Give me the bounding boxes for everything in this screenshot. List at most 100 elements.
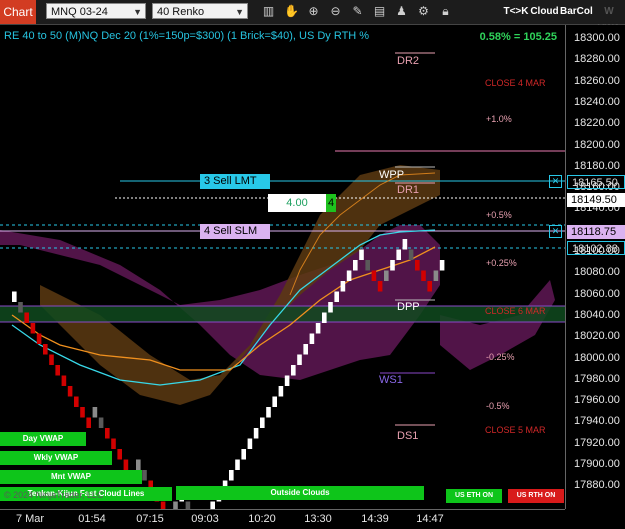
price-label: 18260.00: [574, 74, 620, 87]
dpp-zone: [0, 306, 565, 322]
renko-brick: [247, 438, 253, 449]
settings-icon[interactable]: ⚙: [415, 3, 432, 20]
price-label: 18300.00: [574, 32, 620, 44]
renko-brick: [433, 270, 439, 281]
pointer-icon[interactable]: ✋: [283, 3, 300, 20]
renko-brick: [136, 459, 141, 470]
renko-brick: [427, 281, 432, 292]
properties-icon[interactable]: ▤: [371, 3, 388, 20]
chart-tab[interactable]: Chart: [0, 0, 36, 24]
price-axis[interactable]: 18300.00 18280.00 18260.00 18240.00 18220.00…: [565, 25, 625, 509]
renko-brick: [80, 407, 85, 418]
renko-brick: [377, 281, 383, 292]
time-axis[interactable]: 7 Mar 01:54 07:15 09:03 10:20 13:30 14:3…: [0, 509, 565, 529]
us-eth-on-button[interactable]: US ETH ON: [446, 489, 502, 503]
instrument-value: MNQ 03-24: [51, 6, 108, 18]
renko-brick: [235, 459, 240, 470]
renko-brick: [36, 333, 42, 344]
time-label: 01:54: [78, 513, 106, 525]
instrument-selector[interactable]: MNQ 03-24 ▼: [46, 3, 146, 19]
barcol-button[interactable]: BarCol: [560, 3, 593, 20]
renko-brick: [415, 260, 420, 271]
price-label: 17940.00: [574, 415, 620, 428]
renko-brick: [334, 291, 339, 302]
plus-025-pct-label: +0.25%: [486, 258, 517, 268]
price-label: 17960.00: [574, 394, 620, 407]
price-label: 18060.00: [574, 287, 620, 300]
minus-025-pct-label: -0.25%: [486, 352, 515, 362]
bar-type-value: 40 Renko: [157, 6, 205, 18]
renko-brick: [43, 344, 48, 355]
cloud-button[interactable]: Cloud: [530, 3, 559, 20]
renko-brick: [98, 417, 104, 428]
cancel-sell-slm-close-icon[interactable]: ✕: [549, 225, 562, 238]
renko-brick: [359, 249, 364, 260]
mnt-vwap-button[interactable]: Mnt VWAP: [0, 470, 142, 484]
price-label: 17900.00: [574, 458, 620, 470]
copyright-text: © 2024 NinjaTrader, LLC: [4, 490, 104, 500]
price-label: 18280.00: [574, 53, 620, 66]
renko-brick: [229, 470, 234, 481]
zoom-out-icon[interactable]: ⊖: [327, 3, 344, 20]
time-label: 10:20: [248, 513, 276, 525]
chart-area[interactable]: RE 40 to 50 (M)NQ Dec 20 (1%=150p=$300) …: [0, 25, 565, 509]
renko-brick: [340, 281, 346, 292]
renko-brick: [439, 260, 445, 271]
price-label: 18080.00: [574, 266, 620, 279]
renko-brick: [185, 501, 191, 509]
wpp-label: WPP: [379, 169, 405, 181]
strategies-icon[interactable]: ♟: [393, 3, 410, 20]
chart-description: RE 40 to 50 (M)NQ Dec 20 (1%=150p=$300) …: [4, 30, 370, 42]
vwap-price-tag: 18102.88: [567, 241, 625, 255]
time-label: 14:39: [361, 513, 389, 525]
renko-brick: [322, 312, 327, 323]
renko-brick: [297, 354, 302, 365]
plus-1-pct-label: +1.0%: [486, 114, 512, 124]
dr2-label: DR2: [397, 55, 420, 67]
percent-change: 0.58% = 105.25: [479, 31, 557, 43]
sell-slm-price-tag: 18118.75: [567, 225, 625, 239]
renko-brick: [328, 302, 333, 313]
renko-brick: [210, 501, 215, 509]
renko-brick: [253, 428, 259, 439]
order-quantity[interactable]: 4.00: [268, 194, 326, 212]
price-label: 18000.00: [574, 351, 620, 364]
renko-brick: [142, 470, 147, 481]
renko-brick: [105, 428, 110, 439]
renko-brick: [260, 417, 265, 428]
renko-brick: [160, 501, 166, 509]
price-label: 17880.00: [574, 479, 620, 492]
renko-brick: [49, 354, 54, 365]
bar-chart-icon[interactable]: ▥: [260, 3, 277, 20]
wkly-vwap-button[interactable]: Wkly VWAP: [0, 451, 112, 465]
sell-slm-order[interactable]: 4 Sell SLM: [200, 224, 270, 239]
renko-brick: [74, 396, 79, 407]
us-rth-on-button[interactable]: US RTH ON: [508, 489, 564, 503]
renko-brick: [123, 459, 129, 470]
renko-brick: [30, 323, 36, 334]
renko-brick: [24, 312, 29, 323]
renko-brick: [408, 249, 414, 260]
drawing-tool-icon[interactable]: ✎: [349, 3, 366, 20]
renko-brick: [371, 270, 377, 281]
bar-type-selector[interactable]: 40 Renko ▼: [152, 3, 248, 19]
sell-lmt-price-tag: 18165.50: [567, 175, 625, 189]
renko-brick: [303, 344, 308, 355]
renko-brick: [272, 396, 277, 407]
time-label: 07:15: [136, 513, 164, 525]
sell-lmt-order[interactable]: 3 Sell LMT: [200, 174, 270, 189]
outside-clouds-button[interactable]: Outside Clouds: [176, 486, 424, 500]
cancel-sell-lmt-close-icon[interactable]: ✕: [549, 175, 562, 188]
renko-brick: [241, 449, 246, 460]
renko-brick: [111, 438, 116, 449]
renko-brick: [12, 291, 17, 302]
w-vwap-button[interactable]: W VWA: [593, 3, 625, 34]
lock-icon[interactable]: 🔒︎: [437, 3, 454, 20]
zoom-in-icon[interactable]: ⊕: [305, 3, 322, 20]
minus-05-pct-label: -0.5%: [486, 401, 510, 411]
tk-button[interactable]: T<>K: [503, 3, 529, 20]
ws1-label: WS1: [379, 374, 403, 386]
order-count[interactable]: 4: [326, 194, 336, 212]
plus-05-pct-label: +0.5%: [486, 210, 512, 220]
day-vwap-button[interactable]: Day VWAP: [0, 432, 86, 446]
